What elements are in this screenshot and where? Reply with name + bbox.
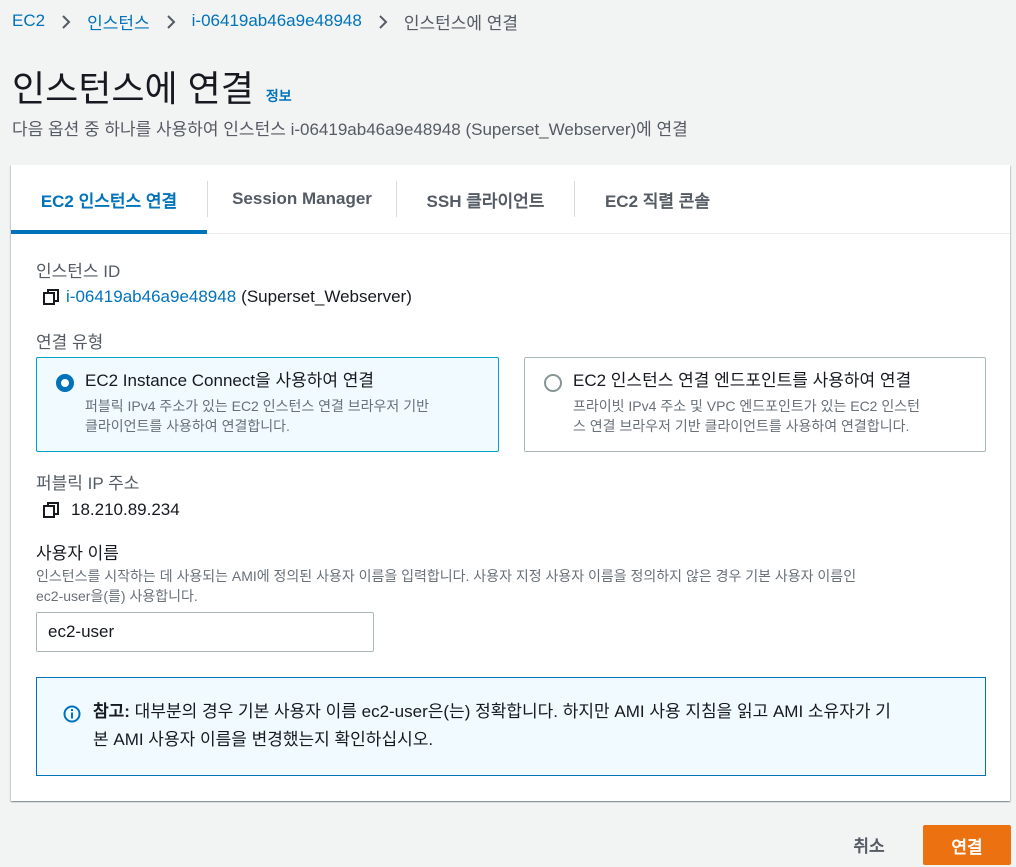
breadcrumb-instances[interactable]: 인스턴스	[87, 9, 150, 34]
username-desc-line: ec2-user을(를) 사용합니다.	[36, 588, 198, 604]
radio-desc-line: 퍼블릭 IPv4 주소가 있는 EC2 인스턴스 연결 브라우저 기반	[85, 398, 429, 414]
username-desc-line: 인스턴스를 시작하는 데 사용되는 AMI에 정의된 사용자 이름을 입력합니다…	[36, 568, 857, 584]
chevron-right-icon	[45, 11, 87, 31]
public-ip-label: 퍼블릭 IP 주소	[36, 474, 140, 493]
connect-panel: EC2 인스턴스 연결 Session Manager SSH 클라이언트 EC…	[11, 165, 1010, 801]
chevron-right-icon	[362, 11, 404, 31]
radio-desc-line: 스 연결 브라우저 기반 클라이언트를 사용하여 연결합니다.	[573, 418, 910, 434]
alert-text: 참고: 대부분의 경우 기본 사용자 이름 ec2-user은(는) 정확합니다…	[93, 698, 965, 754]
radio-title: EC2 Instance Connect을 사용하여 연결	[85, 371, 375, 390]
instance-name: (Superset_Webserver)	[241, 287, 412, 306]
username-description: 인스턴스를 시작하는 데 사용되는 AMI에 정의된 사용자 이름을 입력합니다…	[36, 566, 996, 606]
connection-type-label: 연결 유형	[36, 333, 104, 352]
username-label: 사용자 이름	[36, 544, 119, 563]
page-title-text: 인스턴스에 연결	[12, 68, 254, 109]
radio-description: 프라이빗 IPv4 주소 및 VPC 엔드포인트가 있는 EC2 인스턴 스 연…	[573, 396, 969, 436]
alert-body-line2: 본 AMI 사용자 이름을 변경했는지 확인하십시오.	[93, 730, 434, 749]
cancel-button[interactable]: 취소	[835, 825, 903, 863]
username-input[interactable]	[36, 612, 374, 652]
alert-body: 대부분의 경우 기본 사용자 이름 ec2-user은(는) 정확합니다. 하지…	[129, 702, 891, 721]
public-ip-value: 18.210.89.234	[71, 500, 180, 519]
info-alert: 참고: 대부분의 경우 기본 사용자 이름 ec2-user은(는) 정확합니다…	[36, 677, 986, 776]
tab-ssh-client[interactable]: SSH 클라이언트	[397, 165, 574, 233]
instance-id-row: i-06419ab46a9e48948 (Superset_Webserver)	[41, 287, 412, 307]
copy-icon[interactable]	[41, 500, 61, 520]
page-title: 인스턴스에 연결 정보	[12, 60, 292, 112]
copy-icon[interactable]	[41, 287, 61, 307]
breadcrumb-current: 인스턴스에 연결	[403, 13, 519, 33]
breadcrumb-instance-id[interactable]: i-06419ab46a9e48948	[192, 11, 362, 31]
radio-description: 퍼블릭 IPv4 주소가 있는 EC2 인스턴스 연결 브라우저 기반 클라이언…	[85, 396, 482, 436]
breadcrumb: EC2 인스턴스 i-06419ab46a9e48948 인스턴스에 연결	[12, 9, 519, 34]
chevron-right-icon	[150, 11, 192, 31]
tab-list: EC2 인스턴스 연결 Session Manager SSH 클라이언트 EC…	[11, 165, 1010, 234]
tab-session-manager[interactable]: Session Manager	[208, 165, 396, 233]
connect-button[interactable]: 연결	[923, 825, 1011, 865]
breadcrumb-ec2[interactable]: EC2	[12, 11, 45, 31]
tab-ec2-serial-console[interactable]: EC2 직렬 콘솔	[575, 165, 740, 233]
info-link[interactable]: 정보	[266, 86, 292, 106]
public-ip-row: 18.210.89.234	[41, 500, 180, 520]
alert-bold: 참고:	[93, 702, 130, 721]
radio-button[interactable]	[544, 374, 562, 392]
instance-id-label: 인스턴스 ID	[36, 262, 121, 281]
radio-title: EC2 인스턴스 연결 엔드포인트를 사용하여 연결	[573, 371, 912, 390]
radio-ec2-instance-connect[interactable]: EC2 Instance Connect을 사용하여 연결 퍼블릭 IPv4 주…	[36, 357, 499, 452]
info-icon	[63, 704, 81, 723]
radio-button[interactable]	[56, 374, 74, 392]
instance-id-link[interactable]: i-06419ab46a9e48948	[66, 287, 236, 307]
radio-desc-line: 프라이빗 IPv4 주소 및 VPC 엔드포인트가 있는 EC2 인스턴	[573, 398, 920, 414]
page-subtitle: 다음 옵션 중 하나를 사용하여 인스턴스 i-06419ab46a9e4894…	[12, 120, 688, 139]
radio-endpoint-connect[interactable]: EC2 인스턴스 연결 엔드포인트를 사용하여 연결 프라이빗 IPv4 주소 …	[524, 357, 986, 452]
tab-ec2-instance-connect[interactable]: EC2 인스턴스 연결	[11, 165, 207, 234]
radio-desc-line: 클라이언트를 사용하여 연결합니다.	[85, 418, 290, 434]
